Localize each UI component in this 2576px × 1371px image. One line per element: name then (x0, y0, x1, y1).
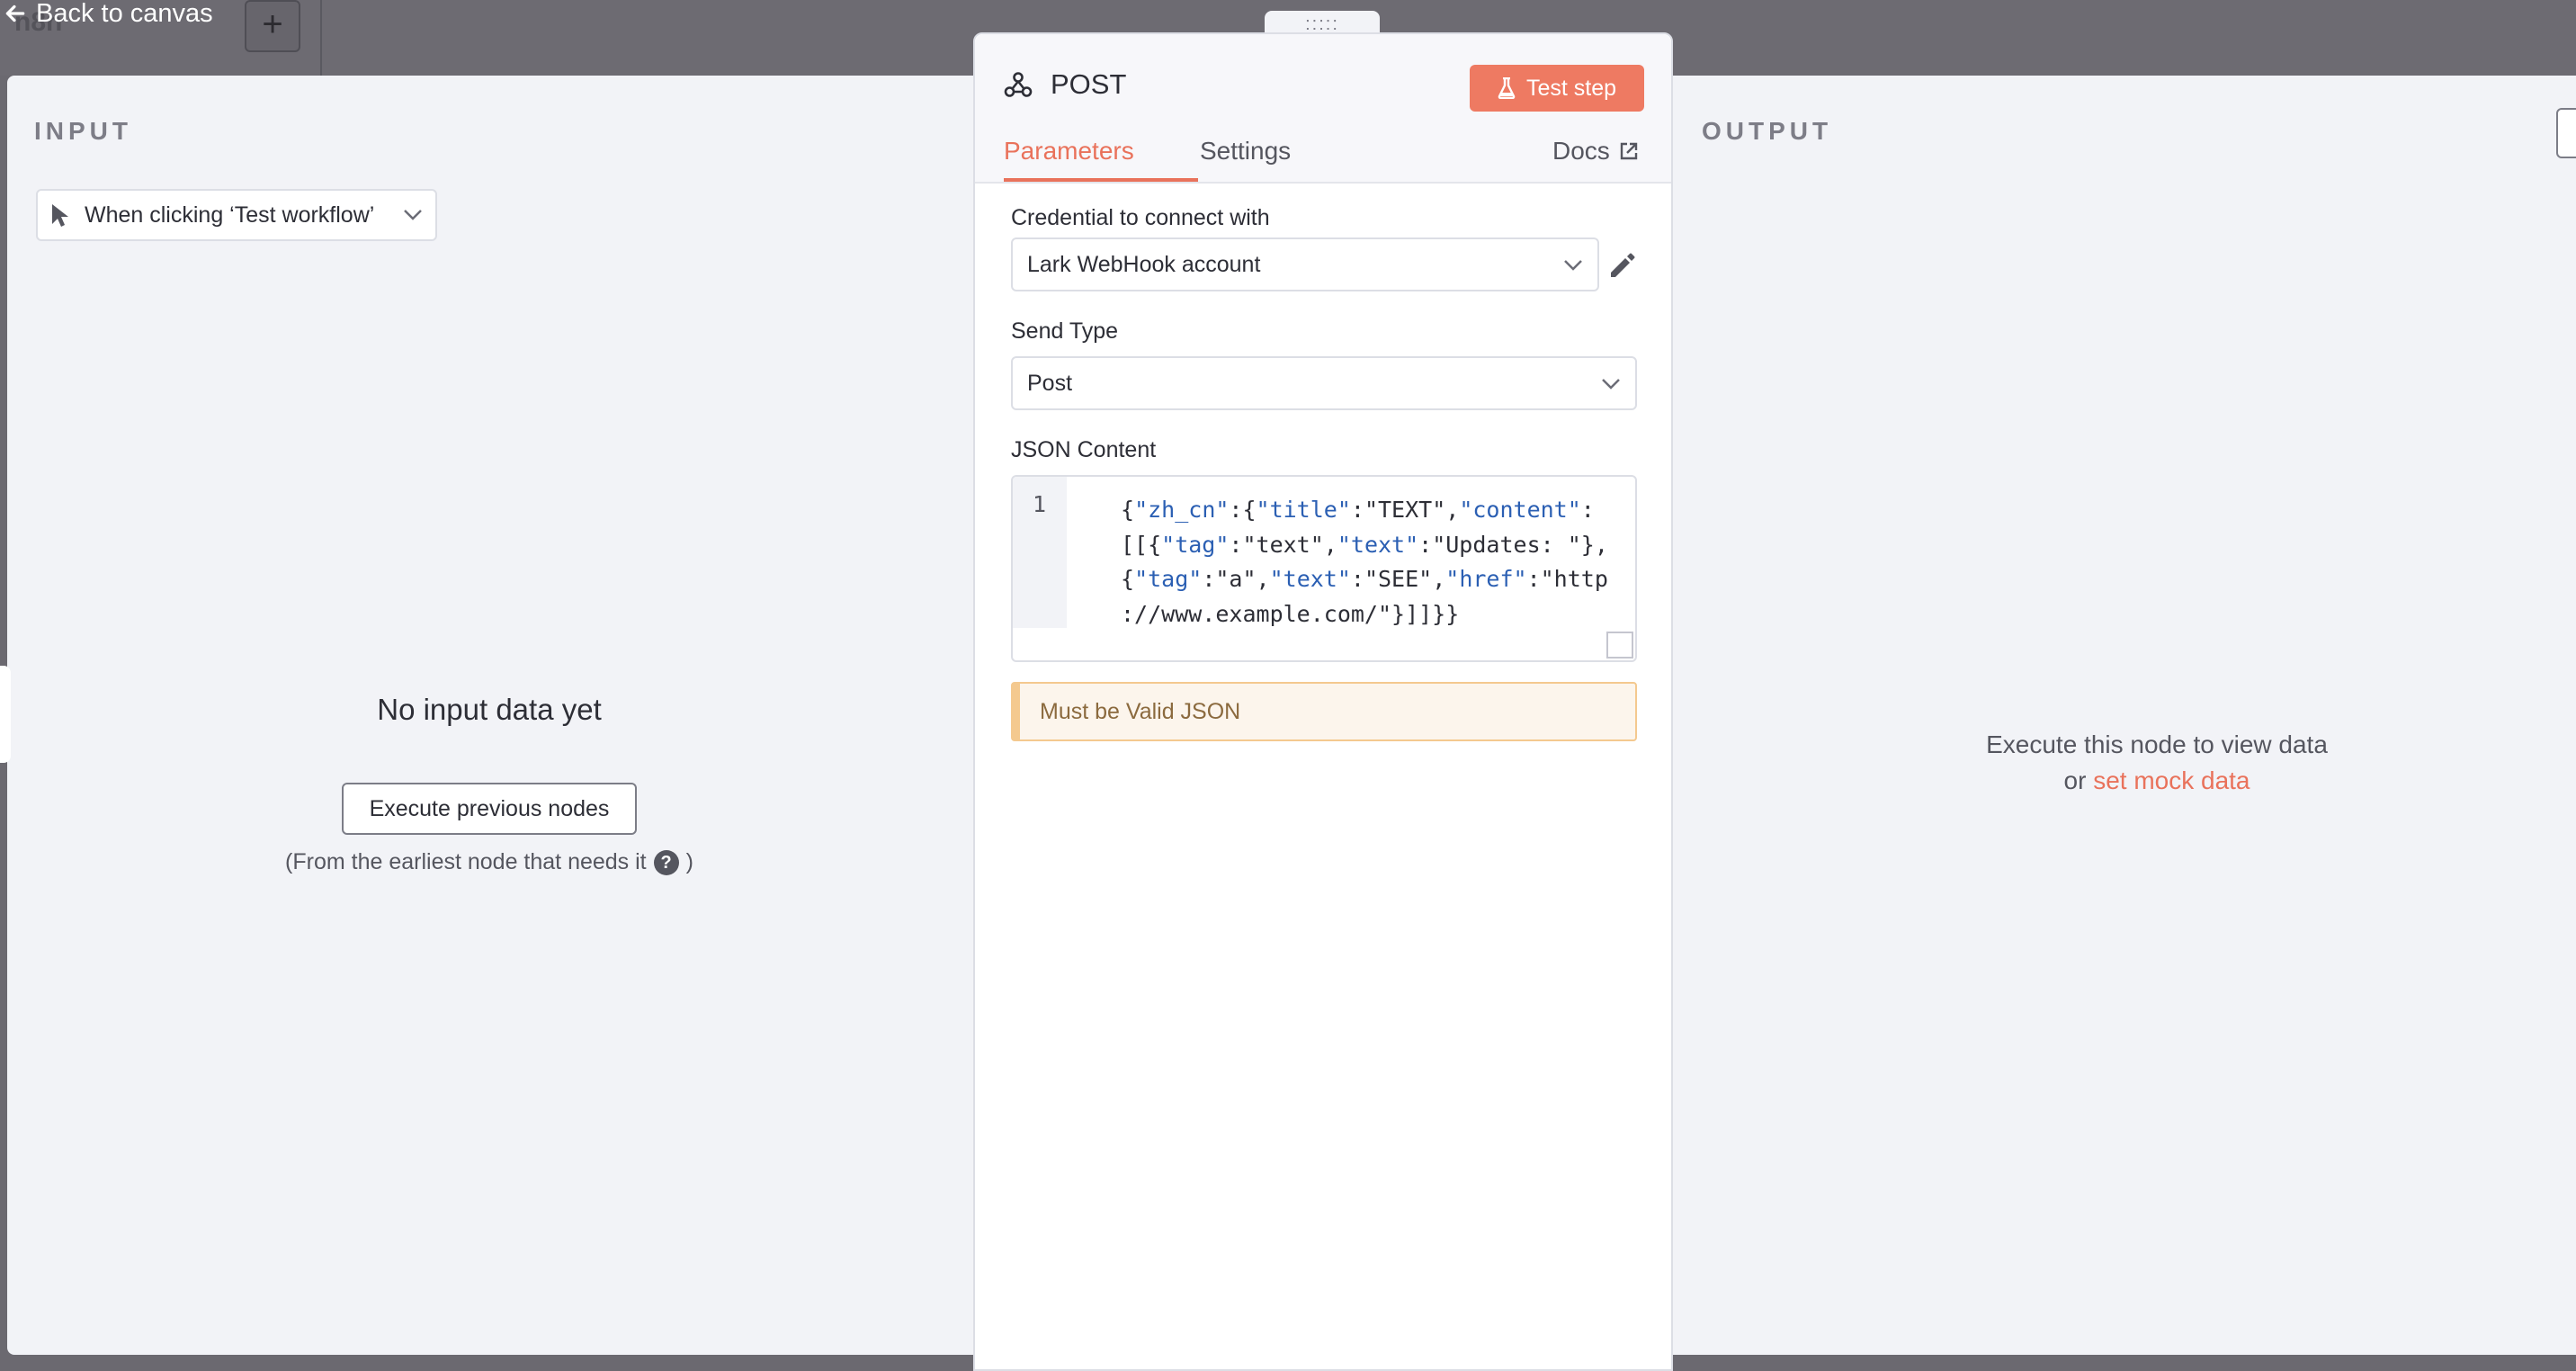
json-content-editor[interactable]: 1 {"zh_cn":{"title":"TEXT","content": [[{… (1011, 475, 1637, 662)
flask-icon (1498, 77, 1516, 99)
cursor-pointer-icon (52, 204, 68, 227)
json-code-line: ://www.example.com/"}]]}} (1121, 600, 1460, 627)
earliest-node-note-end: ) (685, 849, 693, 874)
chevron-down-icon (403, 203, 423, 227)
tab-parameters[interactable]: Parameters (1004, 137, 1134, 166)
topbar-divider (320, 0, 322, 76)
tab-docs-label: Docs (1552, 137, 1610, 165)
chevron-down-icon (1563, 252, 1583, 278)
back-to-canvas-label: Back to canvas (36, 0, 213, 28)
chevron-down-icon (1601, 371, 1621, 397)
node-title[interactable]: POST (1051, 68, 1126, 101)
credential-label: Credential to connect with (1011, 205, 1270, 230)
webhook-icon (1004, 72, 1033, 97)
json-content-label: JSON Content (1011, 437, 1157, 462)
no-input-title: No input data yet (377, 693, 602, 726)
json-code-line: {"tag":"a","text":"SEE","href":"http (1121, 566, 1608, 592)
node-header: POST Test step Parameters Settings Docs (975, 34, 1671, 184)
tab-settings[interactable]: Settings (1200, 137, 1291, 166)
output-panel-edge-button[interactable] (2556, 108, 2576, 158)
tab-docs[interactable]: Docs (1552, 137, 1639, 166)
input-node-select-value: When clicking ‘Test workflow’ (85, 202, 375, 228)
earliest-node-note: (From the earliest node that needs it ? … (0, 849, 979, 875)
pencil-icon[interactable] (1606, 250, 1637, 281)
test-step-button[interactable]: Test step (1470, 65, 1644, 112)
json-code-line: [[{"tag":"text","text":"Updates: "}, (1121, 531, 1608, 558)
test-step-label: Test step (1525, 75, 1617, 101)
add-node-button[interactable]: + (245, 0, 300, 52)
earliest-node-note-text: (From the earliest node that needs it (285, 849, 647, 874)
input-node-select[interactable]: When clicking ‘Test workflow’ (36, 189, 437, 241)
output-message-or: or (2063, 766, 2087, 794)
send-type-select-value: Post (1027, 370, 1073, 396)
back-to-canvas-link[interactable]: Back to canvas (4, 0, 213, 28)
node-settings-panel: POST Test step Parameters Settings Docs … (973, 32, 1673, 1371)
warning-text: Must be Valid JSON (1040, 698, 1241, 724)
json-code[interactable]: {"zh_cn":{"title":"TEXT","content": [[{"t… (1121, 493, 1624, 632)
credential-select-value: Lark WebHook account (1027, 251, 1261, 277)
json-code-line: {"zh_cn":{"title":"TEXT","content": (1121, 497, 1595, 523)
credential-select[interactable]: Lark WebHook account (1011, 237, 1599, 291)
output-empty-message: Execute this node to view data or set mo… (1889, 727, 2425, 799)
output-message-line: Execute this node to view data (1986, 730, 2328, 758)
send-type-label: Send Type (1011, 318, 1119, 344)
panel-resize-handle[interactable] (0, 666, 11, 763)
arrow-left-icon (5, 4, 25, 22)
canvas-bottom-strip (0, 1355, 973, 1371)
editor-expand-icon[interactable] (1606, 632, 1633, 659)
send-type-select[interactable]: Post (1011, 356, 1637, 410)
execute-previous-nodes-button[interactable]: Execute previous nodes (342, 783, 637, 835)
input-panel-title: INPUT (34, 117, 132, 145)
external-link-icon (1620, 142, 1637, 160)
json-validation-warning: Must be Valid JSON (1011, 682, 1637, 741)
line-number: 1 (1013, 477, 1067, 628)
set-mock-data-link[interactable]: set mock data (2093, 766, 2250, 794)
active-tab-indicator (1004, 178, 1198, 182)
output-panel-title: OUTPUT (1702, 117, 1833, 145)
question-circle-icon[interactable]: ? (653, 849, 679, 875)
